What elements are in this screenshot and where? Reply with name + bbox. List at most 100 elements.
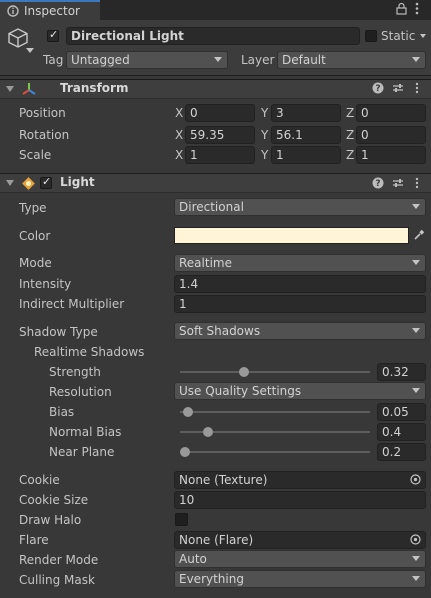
object-picker-icon[interactable] (410, 534, 421, 548)
chevron-down-icon (412, 204, 420, 209)
bias-field[interactable]: 0.05 (377, 403, 426, 421)
bias-slider-track[interactable] (180, 411, 370, 413)
light-foldout-icon[interactable] (6, 180, 14, 186)
chevron-down-icon (412, 556, 420, 561)
chevron-down-icon (214, 57, 222, 62)
lock-icon[interactable] (396, 2, 407, 18)
transform-icon (21, 81, 37, 100)
tag-value: Untagged (71, 53, 130, 67)
draw-halo-label: Draw Halo (19, 513, 82, 527)
culling-mask-dropdown[interactable]: Everything (174, 570, 426, 588)
static-label: Static (381, 29, 416, 43)
active-toggle[interactable]: ✓ (47, 28, 59, 42)
svg-text:?: ? (375, 84, 380, 94)
render-mode-label: Render Mode (19, 553, 99, 567)
type-dropdown[interactable]: Directional (174, 198, 426, 216)
scale-y-field[interactable]: 1 (271, 146, 341, 164)
shadow-type-value: Soft Shadows (179, 324, 261, 338)
gameobject-name-input[interactable]: Directional Light (66, 27, 360, 45)
realtime-shadows-label: Realtime Shadows (34, 345, 145, 359)
tab-label: Inspector (24, 4, 80, 18)
axis-z-label: Z (346, 106, 355, 120)
color-swatch[interactable] (174, 227, 409, 244)
near-plane-field[interactable]: 0.2 (377, 443, 426, 461)
render-mode-value: Auto (179, 552, 207, 566)
object-picker-icon[interactable] (410, 474, 421, 488)
bias-slider-thumb[interactable] (182, 407, 193, 417)
strength-label: Strength (49, 365, 101, 379)
scale-x-field[interactable]: 1 (185, 146, 255, 164)
axis-x-label: X (175, 128, 184, 142)
chevron-down-icon (412, 328, 420, 333)
resolution-value: Use Quality Settings (179, 384, 302, 398)
checkmark-icon: ✓ (42, 175, 52, 188)
static-dropdown-arrow-icon[interactable] (420, 34, 426, 38)
indirect-multiplier-field[interactable]: 1 (174, 295, 426, 313)
cookie-size-field[interactable]: 10 (174, 491, 426, 509)
rotation-x-field[interactable]: 59.35 (185, 126, 255, 144)
layer-dropdown[interactable]: Default (277, 51, 426, 69)
tab-inspector[interactable]: Inspector (0, 0, 100, 20)
help-icon[interactable]: ? (372, 177, 384, 192)
position-label: Position (19, 106, 66, 120)
draw-halo-toggle[interactable] (175, 513, 188, 526)
resolution-dropdown[interactable]: Use Quality Settings (174, 382, 426, 400)
eyedropper-icon[interactable] (413, 229, 425, 244)
axis-y-label: Y (261, 106, 269, 120)
chevron-down-icon (412, 260, 420, 265)
position-z-field[interactable]: 0 (356, 104, 426, 122)
shadow-type-label: Shadow Type (19, 325, 98, 339)
checkmark-icon: ✓ (49, 28, 59, 41)
near-plane-label: Near Plane (49, 445, 115, 459)
scale-label: Scale (19, 148, 52, 162)
cookie-size-label: Cookie Size (19, 493, 89, 507)
culling-mask-label: Culling Mask (19, 573, 95, 587)
normal-bias-field[interactable]: 0.4 (377, 423, 426, 441)
normal-bias-slider-thumb[interactable] (202, 427, 213, 437)
color-label: Color (19, 229, 51, 243)
icon-dropdown-arrow-icon[interactable] (26, 48, 34, 53)
culling-mask-value: Everything (179, 572, 244, 586)
inspector-tab-icon (7, 5, 19, 20)
flare-object-field[interactable]: None (Flare) (174, 531, 426, 549)
component-menu-icon[interactable] (415, 177, 419, 192)
intensity-field[interactable]: 1.4 (174, 275, 426, 293)
mode-value: Realtime (179, 256, 232, 270)
strength-slider-thumb[interactable] (238, 367, 249, 377)
light-enabled-toggle[interactable]: ✓ (40, 175, 52, 189)
chevron-down-icon (412, 388, 420, 393)
axis-y-label: Y (261, 128, 269, 142)
help-icon[interactable]: ? (372, 82, 384, 97)
axis-y-label: Y (261, 148, 269, 162)
static-toggle[interactable] (365, 30, 377, 42)
tag-label: Tag (43, 53, 64, 67)
shadow-type-dropdown[interactable]: Soft Shadows (174, 322, 426, 340)
position-y-field[interactable]: 3 (271, 104, 341, 122)
rotation-y-field[interactable]: 56.1 (271, 126, 341, 144)
layer-label: Layer (241, 53, 275, 67)
render-mode-dropdown[interactable]: Auto (174, 550, 426, 568)
preset-icon[interactable] (392, 177, 404, 192)
component-menu-icon[interactable] (415, 82, 419, 97)
mode-dropdown[interactable]: Realtime (174, 254, 426, 272)
intensity-label: Intensity (19, 277, 72, 291)
kebab-menu-icon[interactable] (415, 2, 419, 18)
cookie-label: Cookie (19, 473, 60, 487)
indirect-multiplier-label: Indirect Multiplier (19, 297, 125, 311)
tag-dropdown[interactable]: Untagged (66, 51, 228, 69)
preset-icon[interactable] (392, 82, 404, 97)
resolution-label: Resolution (49, 385, 112, 399)
type-value: Directional (179, 200, 244, 214)
mode-label: Mode (19, 256, 52, 270)
scale-z-field[interactable]: 1 (356, 146, 426, 164)
bias-label: Bias (49, 405, 75, 419)
near-plane-slider-thumb[interactable] (179, 447, 190, 457)
near-plane-slider-track[interactable] (180, 451, 370, 453)
transform-foldout-icon[interactable] (6, 86, 14, 92)
axis-z-label: Z (346, 148, 355, 162)
strength-field[interactable]: 0.32 (377, 363, 426, 381)
position-x-field[interactable]: 0 (185, 104, 255, 122)
rotation-z-field[interactable]: 0 (356, 126, 426, 144)
strength-slider-track[interactable] (180, 371, 370, 373)
cookie-object-field[interactable]: None (Texture) (174, 471, 426, 489)
